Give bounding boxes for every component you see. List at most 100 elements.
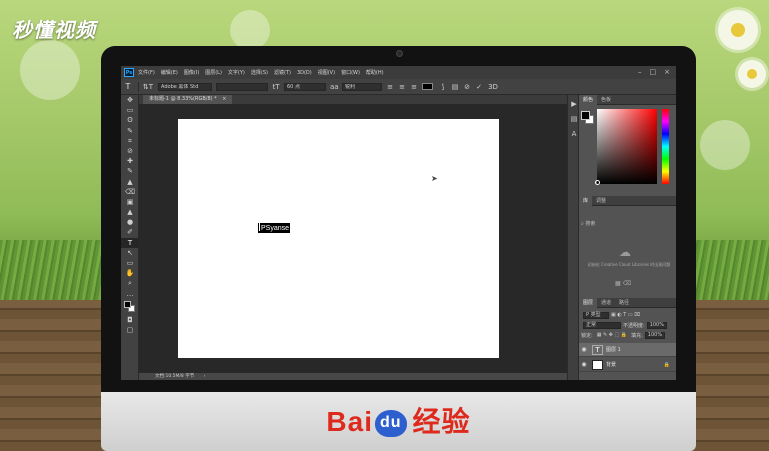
zoom-tool-icon[interactable]: ⌕	[121, 278, 139, 288]
text-color-swatch[interactable]	[422, 83, 433, 90]
opacity-label: 不透明度:	[623, 322, 645, 329]
dodge-tool-icon[interactable]: ●	[121, 217, 139, 227]
quick-select-tool-icon[interactable]: ✎	[121, 126, 139, 136]
status-menu-arrow-icon[interactable]: ›	[204, 374, 206, 379]
type-tool-icon[interactable]: T	[121, 237, 139, 248]
menu-3d[interactable]: 3D(D)	[297, 70, 312, 76]
color-panel	[579, 105, 676, 196]
gradient-tool-icon[interactable]: ▣	[121, 197, 139, 207]
visibility-eye-icon[interactable]: ◉	[579, 361, 589, 368]
baidu-logo-jingyan: 经验	[412, 406, 471, 437]
color-panel-foreground-swatch[interactable]	[581, 111, 590, 120]
rectangle-tool-icon[interactable]: ▭	[121, 258, 139, 268]
visibility-eye-icon[interactable]: ◉	[579, 346, 589, 353]
blur-tool-icon[interactable]: ▲	[121, 207, 139, 217]
library-search-input[interactable]: ⌕ 搜索	[581, 220, 663, 227]
text-layer-editing[interactable]: PSyanse	[258, 223, 291, 233]
saturation-brightness-picker[interactable]	[597, 109, 657, 184]
commit-edit-icon[interactable]: ✓	[475, 83, 483, 91]
menu-image[interactable]: 图像(I)	[184, 69, 199, 76]
tab-color[interactable]: 颜色	[579, 94, 598, 105]
color-picker-handle[interactable]	[595, 180, 600, 185]
lasso-tool-icon[interactable]: ʘ	[121, 115, 139, 125]
layer-filter-row: P 类型 ▣ ◐ T ▭ ⌧	[581, 311, 640, 319]
tab-layers[interactable]: 图层	[579, 297, 598, 308]
warp-text-icon[interactable]: ⟆	[439, 83, 447, 91]
minimize-icon[interactable]: –	[638, 68, 642, 76]
blend-mode-select[interactable]: 正常	[583, 321, 621, 329]
opacity-input[interactable]: 100%	[646, 321, 667, 329]
foreground-color-swatch[interactable]	[124, 300, 131, 308]
eraser-tool-icon[interactable]: ⌫	[121, 187, 139, 197]
canvas-workspace[interactable]: PSyanse ➤	[139, 104, 567, 373]
lock-icons[interactable]: ▦ ✎ ✥ ⬚ 🔒	[597, 332, 627, 338]
font-style-select[interactable]	[216, 82, 268, 91]
photoshop-logo-icon: Ps	[124, 68, 134, 77]
quick-mask-icon[interactable]: ◘	[121, 315, 139, 325]
document-tab[interactable]: 未标题-1 @ 8.33%(RGB/8) * ×	[143, 95, 233, 104]
cancel-edit-icon[interactable]: ⊘	[463, 83, 471, 91]
align-right-icon[interactable]: ≡	[410, 83, 418, 91]
color-panel-fg-bg[interactable]	[581, 111, 595, 125]
tools-panel: ✥ ▭ ʘ ✎ ⌗ ⊘ ✚ ✎ ▲ ⌫ ▣ ▲ ● ✐ T ↖ ▭ ✋ ⌕ … …	[121, 95, 139, 380]
hand-tool-icon[interactable]: ✋	[121, 268, 139, 278]
layer-row-text[interactable]: ◉ T 图层 1	[579, 343, 676, 357]
layer-filter-icons[interactable]: ▣ ◐ T ▭ ⌧	[611, 312, 640, 318]
maximize-icon[interactable]: □	[650, 68, 657, 76]
library-footer-icons[interactable]: ▦ ⌫	[615, 280, 631, 287]
bokeh-light	[230, 10, 270, 50]
layer-kind-filter[interactable]: P 类型	[583, 311, 609, 319]
eyedropper-tool-icon[interactable]: ⊘	[121, 146, 139, 156]
text-layer-content: PSyanse	[261, 225, 290, 232]
tab-paths[interactable]: 路径	[615, 298, 633, 308]
crop-tool-icon[interactable]: ⌗	[121, 136, 139, 146]
watermark-logo: 秒懂视频	[12, 18, 96, 42]
menu-select[interactable]: 选择(S)	[251, 69, 268, 76]
font-size-icon: tT	[272, 82, 280, 91]
foreground-background-colors[interactable]	[121, 299, 139, 315]
layer-row-background[interactable]: ◉ 背景 🔒	[579, 358, 676, 372]
character-panel-icon[interactable]: ▤	[451, 83, 459, 91]
tab-swatches[interactable]: 色板	[597, 95, 615, 105]
text-cursor	[259, 223, 260, 231]
pen-tool-icon[interactable]: ✐	[121, 227, 139, 237]
type-tool-preset-icon[interactable]: T	[121, 82, 135, 91]
tab-adjustments[interactable]: 调整	[592, 196, 610, 206]
hue-slider[interactable]	[662, 109, 669, 184]
baidu-jingyan-logo: Bai du 经验	[101, 400, 696, 440]
path-select-tool-icon[interactable]: ↖	[121, 248, 139, 258]
document-tab-close-icon[interactable]: ×	[222, 96, 226, 102]
library-search-placeholder: 搜索	[585, 221, 596, 227]
align-left-icon[interactable]: ≡	[386, 83, 394, 91]
clone-stamp-tool-icon[interactable]: ▲	[121, 177, 139, 187]
screen-mode-icon[interactable]: ▢	[121, 325, 139, 335]
daisy-center	[747, 69, 757, 79]
menu-type[interactable]: 文字(Y)	[228, 69, 245, 76]
font-family-select[interactable]: Adobe 黑体 Std	[158, 82, 212, 91]
font-size-select[interactable]: 60 点	[284, 82, 326, 91]
webcam	[396, 50, 403, 57]
fill-input[interactable]: 100%	[644, 331, 666, 339]
text-orientation-icon[interactable]: ⇅T	[142, 83, 154, 91]
menu-filter[interactable]: 滤镜(T)	[274, 69, 291, 76]
fill-label: 填充:	[631, 332, 643, 339]
healing-brush-tool-icon[interactable]: ✚	[121, 156, 139, 166]
align-center-icon[interactable]: ≡	[398, 83, 406, 91]
document-canvas[interactable]: PSyanse ➤	[178, 119, 499, 358]
marquee-tool-icon[interactable]: ▭	[121, 105, 139, 115]
anti-alias-select[interactable]: 锐利	[342, 82, 382, 91]
menu-view[interactable]: 视图(V)	[318, 69, 335, 76]
move-tool-icon[interactable]: ✥	[121, 95, 139, 105]
menu-file[interactable]: 文件(F)	[138, 69, 155, 76]
3d-text-icon[interactable]: 3D	[487, 83, 499, 91]
lock-fill-row: 锁定: ▦ ✎ ✥ ⬚ 🔒 填充: 100%	[581, 331, 667, 339]
more-tools-icon[interactable]: …	[121, 289, 139, 299]
tab-channels[interactable]: 通道	[597, 298, 615, 308]
tab-libraries[interactable]: 库	[579, 195, 593, 206]
brush-tool-icon[interactable]: ✎	[121, 166, 139, 176]
menu-window[interactable]: 窗口(W)	[341, 69, 360, 76]
menu-layer[interactable]: 图层(L)	[205, 69, 222, 76]
menu-edit[interactable]: 编辑(E)	[161, 69, 178, 76]
menu-help[interactable]: 帮助(H)	[366, 69, 384, 76]
close-icon[interactable]: ×	[664, 68, 670, 76]
